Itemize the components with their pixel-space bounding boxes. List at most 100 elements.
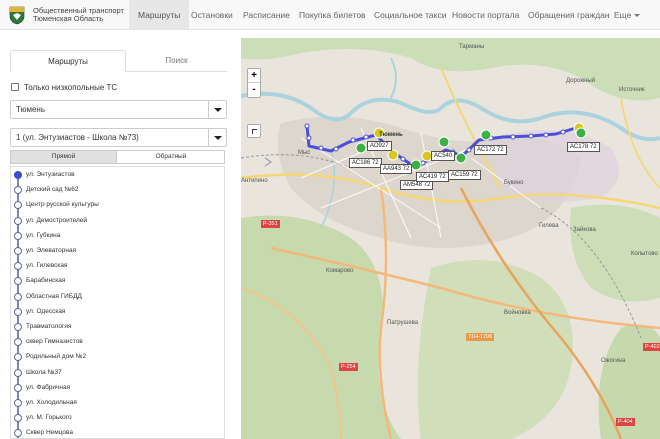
bus-label[interactable]: АС172 72 bbox=[474, 145, 507, 155]
road-shield: Р-254 bbox=[339, 363, 358, 371]
direction-back-button[interactable]: Обратный bbox=[118, 151, 224, 163]
road-shield: 71Н-1706 bbox=[466, 333, 495, 341]
stop-marker-icon bbox=[14, 171, 22, 179]
bus-label[interactable]: АС159 72 bbox=[448, 170, 481, 180]
bus-label[interactable]: АС419 72 bbox=[416, 172, 449, 182]
low-floor-label: Только низкопольные ТС bbox=[24, 82, 118, 92]
stop-name: Школа №37 bbox=[26, 368, 62, 376]
city-select-dropdown-icon[interactable] bbox=[208, 101, 226, 118]
bus-label[interactable]: АС540 bbox=[431, 151, 456, 161]
chevron-down-icon bbox=[634, 14, 641, 18]
low-floor-checkbox[interactable] bbox=[11, 83, 19, 91]
place-label: Антипино bbox=[241, 178, 268, 184]
route-select-dropdown-icon[interactable] bbox=[208, 129, 226, 146]
stop-marker-icon bbox=[14, 262, 22, 271]
map-canvas bbox=[241, 38, 660, 439]
direction-toggle: Прямой Обратный bbox=[10, 150, 225, 164]
nav-appeals[interactable]: Обращения граждан bbox=[528, 0, 610, 30]
bus-label[interactable]: АС178 72 bbox=[567, 142, 600, 152]
bus-label[interactable]: АА943 72 bbox=[380, 164, 413, 174]
nav-more-label: Еще bbox=[614, 10, 632, 20]
stop-marker-icon bbox=[14, 399, 22, 407]
stop-name: Детский сад №62 bbox=[26, 186, 79, 194]
city-select[interactable]: Тюмень bbox=[10, 100, 227, 119]
stop-name: ул. Губкина bbox=[26, 231, 61, 239]
stop-name: Областная ГИБДД bbox=[26, 292, 82, 300]
nav-routes[interactable]: Маршруты bbox=[129, 0, 190, 30]
place-label: Тюмень bbox=[379, 132, 403, 138]
low-floor-filter[interactable]: Только низкопольные ТС bbox=[11, 81, 117, 93]
stop-marker-icon bbox=[14, 247, 22, 255]
stop-name: ул. Демостроителей bbox=[26, 216, 88, 224]
stop-marker-icon bbox=[14, 429, 22, 438]
nav-news[interactable]: Новости портала bbox=[452, 0, 519, 30]
stop-name: Центр русской культуры bbox=[26, 201, 99, 209]
coat-of-arms-logo bbox=[9, 6, 25, 25]
place-label: Зайкова bbox=[573, 227, 596, 233]
stop-marker-icon bbox=[14, 277, 22, 286]
road-shield: Р-402 bbox=[643, 343, 660, 351]
nav-social-taxi[interactable]: Социальное такси bbox=[374, 0, 446, 30]
road-shield: Р-404 bbox=[616, 418, 635, 426]
place-label: Ожогина bbox=[601, 358, 626, 364]
brand[interactable]: Общественный транспорт Тюменская Область bbox=[8, 4, 124, 26]
bus-label[interactable]: АС186 72 bbox=[349, 158, 382, 168]
road-shield: Р-351 bbox=[261, 220, 280, 228]
tab-routes[interactable]: Маршруты bbox=[10, 50, 126, 72]
fullscreen-icon[interactable] bbox=[247, 124, 261, 138]
stop-name: ул. Энтузиастов bbox=[26, 171, 75, 178]
stop-marker-icon bbox=[14, 383, 22, 392]
place-label: Комарово bbox=[326, 268, 354, 274]
stop-name: сквер Гимназистов bbox=[26, 338, 83, 346]
stop-name: Травматология bbox=[26, 323, 72, 330]
zoom-in-button[interactable]: + bbox=[248, 69, 260, 83]
stop-name: Родильный дом №2 bbox=[26, 353, 87, 361]
stop-marker-icon bbox=[14, 353, 22, 362]
zoom-out-button[interactable]: - bbox=[248, 83, 260, 97]
stop-name: ул. Фабричная bbox=[26, 383, 71, 391]
stop-name: ул. Одесская bbox=[26, 307, 66, 315]
direction-forward-button[interactable]: Прямой bbox=[11, 151, 117, 163]
place-label: Войновка bbox=[504, 310, 531, 316]
stop-marker-icon bbox=[14, 368, 22, 377]
stop-marker-icon bbox=[14, 414, 22, 423]
stop-name: ул. Холодильная bbox=[26, 399, 77, 406]
stop-name: ул. М. Горького bbox=[26, 414, 72, 422]
nav-tickets[interactable]: Покупка билетов bbox=[299, 0, 366, 30]
stop-marker-icon bbox=[14, 216, 22, 225]
nav-more[interactable]: Еще bbox=[614, 0, 641, 30]
zoom-control: + - bbox=[247, 68, 261, 98]
route-select[interactable]: 1 (ул. Энтузиастов - Школа №73) bbox=[10, 128, 227, 147]
stops-list: ул. Энтузиастов Детский сад №62 Центр русс… bbox=[10, 166, 225, 439]
stop-marker-icon bbox=[14, 201, 22, 210]
stop-name: ул. Гилевская bbox=[26, 262, 68, 270]
stop-marker-icon bbox=[14, 231, 22, 240]
city-select-value: Тюмень bbox=[16, 105, 45, 114]
routes-panel: Маршруты Поиск Только низкопольные ТС Тю… bbox=[0, 38, 237, 439]
stop-marker-icon bbox=[14, 307, 22, 316]
nav-stops[interactable]: Остановки bbox=[191, 0, 233, 30]
place-label: Дорожный bbox=[566, 78, 596, 84]
stop-name: Сквер Немцова bbox=[26, 429, 73, 437]
brand-line-2: Тюменская Область bbox=[33, 14, 104, 23]
route-map[interactable]: + - Тарманы Дорожный Источник Мыс Тюмень… bbox=[241, 38, 660, 439]
place-label: Тарманы bbox=[459, 44, 485, 50]
place-label: Гилева bbox=[539, 223, 559, 229]
top-navbar: Общественный транспорт Тюменская Область… bbox=[0, 0, 660, 30]
place-label: Букино bbox=[504, 180, 524, 186]
panel-tabs: Маршруты Поиск bbox=[10, 50, 227, 72]
stop-name: Барабинская bbox=[26, 277, 66, 285]
nav-schedule[interactable]: Расписание bbox=[243, 0, 290, 30]
stop-name: ул. Элеваторная bbox=[26, 247, 77, 254]
stop-marker-icon bbox=[14, 338, 22, 347]
place-label: Копытово bbox=[631, 251, 658, 257]
tab-search[interactable]: Поиск bbox=[126, 50, 227, 72]
stop-marker-icon bbox=[14, 292, 22, 301]
stop-marker-icon bbox=[14, 186, 22, 195]
place-label: Источник bbox=[619, 87, 645, 93]
place-label: Патрушева bbox=[387, 320, 419, 326]
place-label: Мыс bbox=[298, 150, 311, 156]
bus-label[interactable]: АО927 bbox=[367, 141, 392, 151]
route-select-value: 1 (ул. Энтузиастов - Школа №73) bbox=[16, 133, 139, 142]
stop-marker-icon bbox=[14, 323, 22, 331]
